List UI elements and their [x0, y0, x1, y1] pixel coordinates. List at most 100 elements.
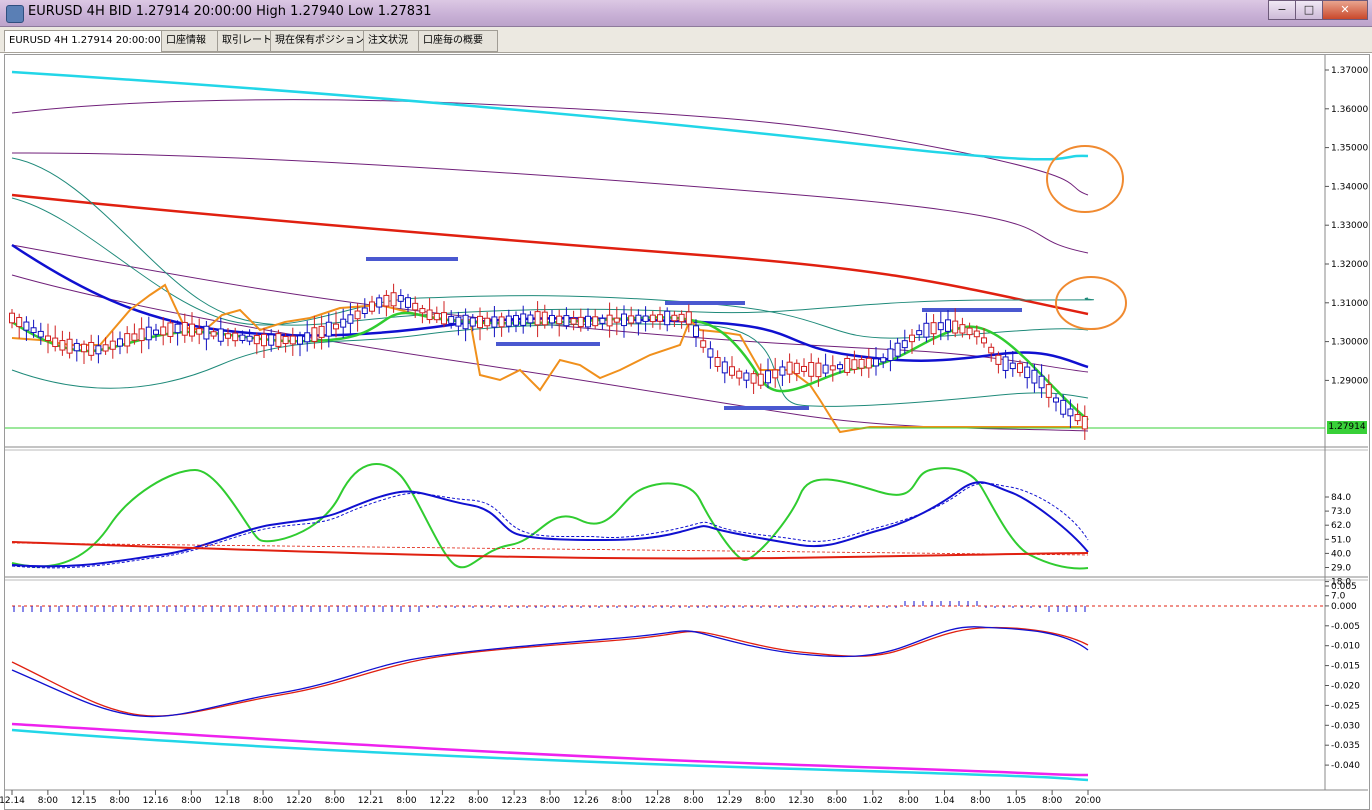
candle-body — [959, 324, 966, 334]
candle-body — [563, 315, 570, 327]
candle-body — [1002, 356, 1009, 371]
candle-body — [181, 321, 188, 336]
candle-body — [678, 313, 685, 323]
candle-body — [880, 357, 887, 363]
candle-body — [369, 301, 375, 312]
stoch-tick-label: 73.0 — [1331, 507, 1351, 517]
candle-body — [196, 328, 203, 335]
candle-body — [297, 335, 303, 345]
stoch-tick-label: 7.0 — [1331, 592, 1346, 602]
macd-signal-red — [11, 626, 1089, 717]
time-tick-label: 12.18 — [214, 796, 240, 806]
blue-moving-average — [11, 243, 1089, 369]
candle-body — [109, 340, 116, 350]
candle-body — [419, 308, 426, 314]
candle-body — [376, 297, 383, 308]
candle-body — [808, 362, 815, 377]
candle-body — [916, 330, 923, 336]
candle-body — [441, 312, 447, 325]
time-tick-label: 8:00 — [1042, 796, 1062, 806]
candle-body — [390, 292, 397, 307]
candle-body — [772, 369, 779, 379]
stoch-tick-label: 51.0 — [1331, 535, 1351, 545]
candle-body — [117, 338, 123, 347]
candle-body — [815, 362, 822, 378]
candle-body — [153, 329, 159, 335]
candle-body — [736, 370, 743, 379]
macd-tick-label: -0.035 — [1331, 741, 1360, 751]
macd-tick-label: -0.015 — [1331, 662, 1360, 672]
candle-body — [613, 317, 620, 323]
candle-body — [174, 323, 181, 334]
macd-long-magenta — [11, 722, 1089, 777]
time-tick-label: 8:00 — [38, 796, 58, 806]
candle-body — [347, 314, 354, 324]
purple-band-mid — [11, 152, 1089, 254]
candle-body — [909, 334, 915, 343]
candle-body — [743, 372, 750, 381]
candle-body — [23, 321, 30, 331]
candle-body — [73, 342, 80, 352]
candle-body — [837, 364, 843, 370]
candle-body — [671, 314, 678, 322]
time-tick-label: 12.22 — [430, 796, 456, 806]
candle-body — [988, 346, 995, 354]
candle-body — [505, 315, 512, 327]
candle-body — [1009, 362, 1016, 370]
chart-canvas[interactable]: 1.37000 1.36000 1.35000 1.34000 1.33000 1.320… — [0, 0, 1372, 809]
candle-body — [189, 323, 195, 337]
candle-body — [81, 343, 87, 353]
candle-body — [448, 316, 455, 324]
candle-body — [685, 311, 692, 325]
candle-body — [995, 354, 1002, 365]
candle-body — [311, 327, 318, 342]
candle-body — [354, 310, 361, 320]
candle-body — [930, 322, 937, 335]
candle-body — [714, 357, 721, 367]
candle-body — [217, 328, 224, 342]
candle-body — [937, 322, 944, 331]
candle-body — [894, 342, 901, 357]
candle-body — [945, 319, 951, 332]
macd-tick-label: 0.000 — [1331, 602, 1357, 612]
candle-body — [822, 364, 829, 374]
candle-body — [966, 327, 973, 336]
candle-body — [765, 370, 771, 384]
candle-body — [268, 334, 275, 346]
price-tick-label: 1.37000 — [1331, 66, 1368, 76]
candle-body — [102, 344, 109, 352]
candle-body — [851, 359, 858, 370]
time-tick-label: 8:00 — [181, 796, 201, 806]
candle-body — [1074, 414, 1081, 422]
price-tick-label: 1.36000 — [1331, 105, 1368, 115]
candle-body — [9, 312, 15, 324]
candle-body — [484, 317, 491, 327]
candle-body — [786, 361, 793, 375]
candle-body — [52, 337, 59, 348]
price-tick-label: 1.30000 — [1331, 338, 1368, 348]
cyan-moving-average — [11, 70, 1089, 161]
macd-tick-label: -0.020 — [1331, 682, 1360, 692]
time-tick-label: 12.21 — [358, 796, 384, 806]
time-tick-label: 12.20 — [286, 796, 312, 806]
candle-body — [1017, 363, 1023, 373]
candle-body — [801, 365, 807, 372]
time-tick-label: 12.30 — [788, 796, 814, 806]
candle-body — [325, 321, 332, 337]
time-tick-label: 8:00 — [755, 796, 775, 806]
time-tick-label: 12.23 — [501, 796, 527, 806]
candle-body — [1067, 408, 1074, 417]
candle-body — [361, 307, 368, 315]
candle-body — [426, 309, 433, 321]
candle-body — [923, 322, 930, 338]
candle-body — [455, 316, 462, 327]
candle-body — [592, 316, 599, 327]
candle-body — [635, 314, 642, 324]
price-tick-label: 1.32000 — [1331, 260, 1368, 270]
candle-body — [534, 311, 541, 326]
candle-body — [1031, 369, 1038, 384]
time-tick-label: 1.02 — [863, 796, 883, 806]
candle-body — [333, 323, 339, 330]
stoch-tick-label: 62.0 — [1331, 521, 1351, 531]
time-tick-label: 8:00 — [325, 796, 345, 806]
